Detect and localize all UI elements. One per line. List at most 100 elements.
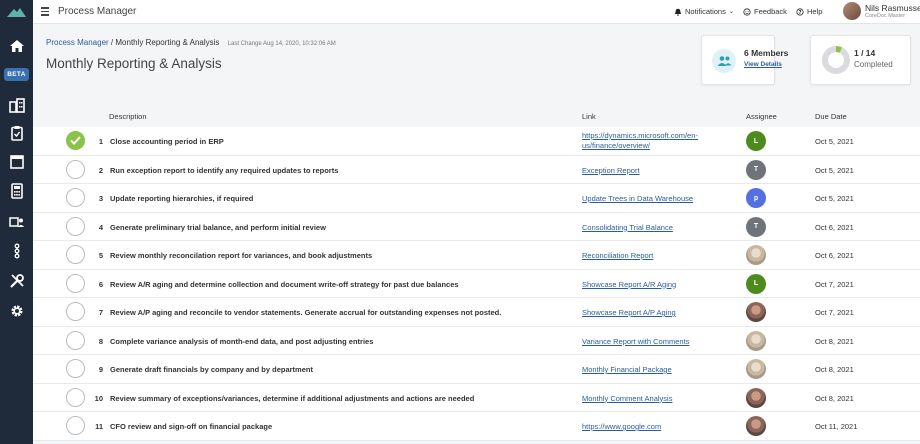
task-description[interactable]: Review summary of exceptions/variances, …	[110, 394, 474, 403]
notifications-menu[interactable]: Notifications ⌄	[674, 7, 734, 16]
task-description[interactable]: CFO review and sign-off on financial pac…	[110, 422, 272, 431]
building-icon[interactable]	[8, 96, 25, 113]
task-number: 7	[98, 308, 103, 317]
task-link[interactable]: Exception Report	[582, 166, 732, 176]
home-icon[interactable]	[8, 37, 25, 54]
task-description[interactable]: Update reporting hierarchies, if require…	[110, 194, 253, 203]
beta-badge: BETA	[4, 68, 29, 81]
breadcrumb-parent-link[interactable]: Process Manager	[46, 38, 109, 47]
assignee-photo-avatar[interactable]	[746, 245, 766, 265]
assignee-photo-avatar[interactable]	[746, 359, 766, 379]
task-link[interactable]: https://dynamics.microsoft.com/en-us/fin…	[582, 131, 732, 151]
table-row[interactable]: 4 Generate preliminary trial balance, and…	[33, 213, 920, 241]
task-number: 2	[98, 165, 103, 175]
task-link[interactable]: Variance Report with Comments	[582, 337, 732, 347]
sidebar: BETA	[0, 0, 33, 444]
task-checkbox[interactable]	[66, 416, 85, 435]
workflow-icon[interactable]	[8, 242, 25, 259]
table-row[interactable]: 10 Review summary of exceptions/variances…	[33, 384, 920, 412]
table-row[interactable]: 7 Review A/P aging and reconcile to vendo…	[33, 298, 920, 327]
task-description[interactable]: Review monthly reconcilation report for …	[110, 251, 372, 260]
table-row[interactable]: 5 Review monthly reconcilation report for…	[33, 241, 920, 270]
task-checkbox[interactable]	[66, 188, 85, 207]
task-number: 4	[98, 222, 103, 232]
logo	[0, 0, 33, 24]
clipboard-icon[interactable]	[8, 124, 25, 141]
task-link[interactable]: Showcase Report A/P Aging	[582, 308, 732, 318]
help-button[interactable]: ? Help	[796, 7, 822, 16]
top-bar: Process Manager Notifications ⌄ Feedback…	[33, 0, 920, 24]
task-link[interactable]: Update Trees in Data Warehouse	[582, 194, 732, 204]
task-link[interactable]: Consolidating Trial Balance	[582, 223, 732, 233]
table-row[interactable]: 3 Update reporting hierarchies, if requir…	[33, 184, 920, 213]
task-description[interactable]: Run exception report to identify any req…	[110, 166, 338, 175]
table-row[interactable]: 8 Complete variance analysis of month-end…	[33, 327, 920, 355]
task-checkbox[interactable]	[66, 302, 85, 321]
task-link[interactable]: Showcase Report A/R Aging	[582, 280, 732, 290]
task-description[interactable]: Close accounting period in ERP	[110, 137, 224, 146]
table-row[interactable]: 11 CFO review and sign-off on financial p…	[33, 412, 920, 441]
mountain-logo-icon	[7, 8, 26, 17]
tools-icon[interactable]	[8, 272, 25, 289]
task-link[interactable]: https://www.google.com	[582, 422, 732, 432]
progress-status: Completed	[854, 60, 893, 69]
assignee-photo-avatar[interactable]	[746, 330, 766, 351]
table-row[interactable]: 1 Close accounting period in ERP https://d…	[33, 127, 920, 156]
help-label: Help	[807, 7, 823, 16]
user-name[interactable]: Nils Rasmussen	[865, 3, 920, 13]
task-checkbox[interactable]	[66, 159, 85, 179]
help-icon: ?	[796, 7, 804, 15]
column-header-link[interactable]: Link	[582, 112, 596, 121]
view-details-link[interactable]: View Details	[744, 61, 782, 68]
feedback-label: Feedback	[754, 7, 787, 16]
page-title: Monthly Reporting & Analysis	[46, 56, 222, 71]
column-header-due-date[interactable]: Due Date	[815, 112, 847, 121]
due-date: Oct 11, 2021	[815, 422, 858, 431]
task-link[interactable]: Monthly Comment Analysis	[582, 394, 732, 404]
breadcrumb: Process Manager / Monthly Reporting & An…	[46, 38, 336, 47]
completed-checkmark-icon[interactable]	[66, 131, 85, 150]
table-row[interactable]: 2 Run exception report to identify any re…	[33, 156, 920, 184]
assignee-photo-avatar[interactable]	[746, 387, 766, 408]
task-description[interactable]: Generate preliminary trial balance, and …	[110, 223, 326, 232]
calculator-icon[interactable]	[8, 182, 25, 199]
assignee-avatar[interactable]: L	[746, 131, 766, 151]
task-link[interactable]: Monthly Financial Package	[582, 365, 732, 375]
due-date: Oct 5, 2021	[815, 137, 854, 146]
task-number: 5	[98, 251, 103, 260]
user-card-icon[interactable]	[8, 213, 25, 230]
progress-count: 1 / 14	[854, 48, 876, 58]
assignee-avatar[interactable]: T	[746, 159, 766, 180]
assignee-avatar[interactable]: p	[746, 188, 766, 208]
column-header-description[interactable]: Description	[109, 112, 147, 121]
table-row[interactable]: 6 Review A/R aging and determine collecti…	[33, 270, 920, 298]
task-link[interactable]: Reconciliation Report	[582, 251, 732, 261]
task-checkbox[interactable]	[66, 216, 85, 236]
due-date: Oct 8, 2021	[815, 393, 854, 403]
due-date: Oct 6, 2021	[815, 251, 854, 260]
feedback-button[interactable]: Feedback	[743, 7, 787, 16]
assignee-avatar[interactable]: L	[746, 273, 766, 294]
assignee-avatar[interactable]: T	[746, 216, 766, 237]
assignee-photo-avatar[interactable]	[746, 416, 766, 436]
user-avatar[interactable]	[843, 2, 861, 20]
hamburger-menu-icon[interactable]	[41, 7, 49, 16]
assignee-photo-avatar[interactable]	[746, 302, 766, 322]
task-checkbox[interactable]	[66, 273, 85, 293]
task-description[interactable]: Complete variance analysis of month-end …	[110, 337, 373, 346]
app-title: Process Manager	[58, 6, 137, 17]
smiley-icon	[743, 7, 751, 16]
task-description[interactable]: Generate draft financials by company and…	[110, 365, 313, 374]
table-row[interactable]: 9 Generate draft financials by company an…	[33, 355, 920, 384]
task-description[interactable]: Review A/P aging and reconcile to vendor…	[110, 308, 501, 317]
task-checkbox[interactable]	[66, 330, 85, 350]
due-date: Oct 5, 2021	[815, 165, 854, 175]
task-description[interactable]: Review A/R aging and determine collectio…	[110, 280, 459, 289]
task-checkbox[interactable]	[66, 387, 85, 407]
column-header-assignee[interactable]: Assignee	[746, 112, 777, 121]
table-header: Description Link Assignee Due Date	[33, 110, 920, 126]
gear-icon[interactable]	[8, 302, 25, 319]
task-checkbox[interactable]	[66, 245, 85, 264]
browser-window-icon[interactable]	[8, 153, 25, 170]
task-checkbox[interactable]	[66, 359, 85, 378]
